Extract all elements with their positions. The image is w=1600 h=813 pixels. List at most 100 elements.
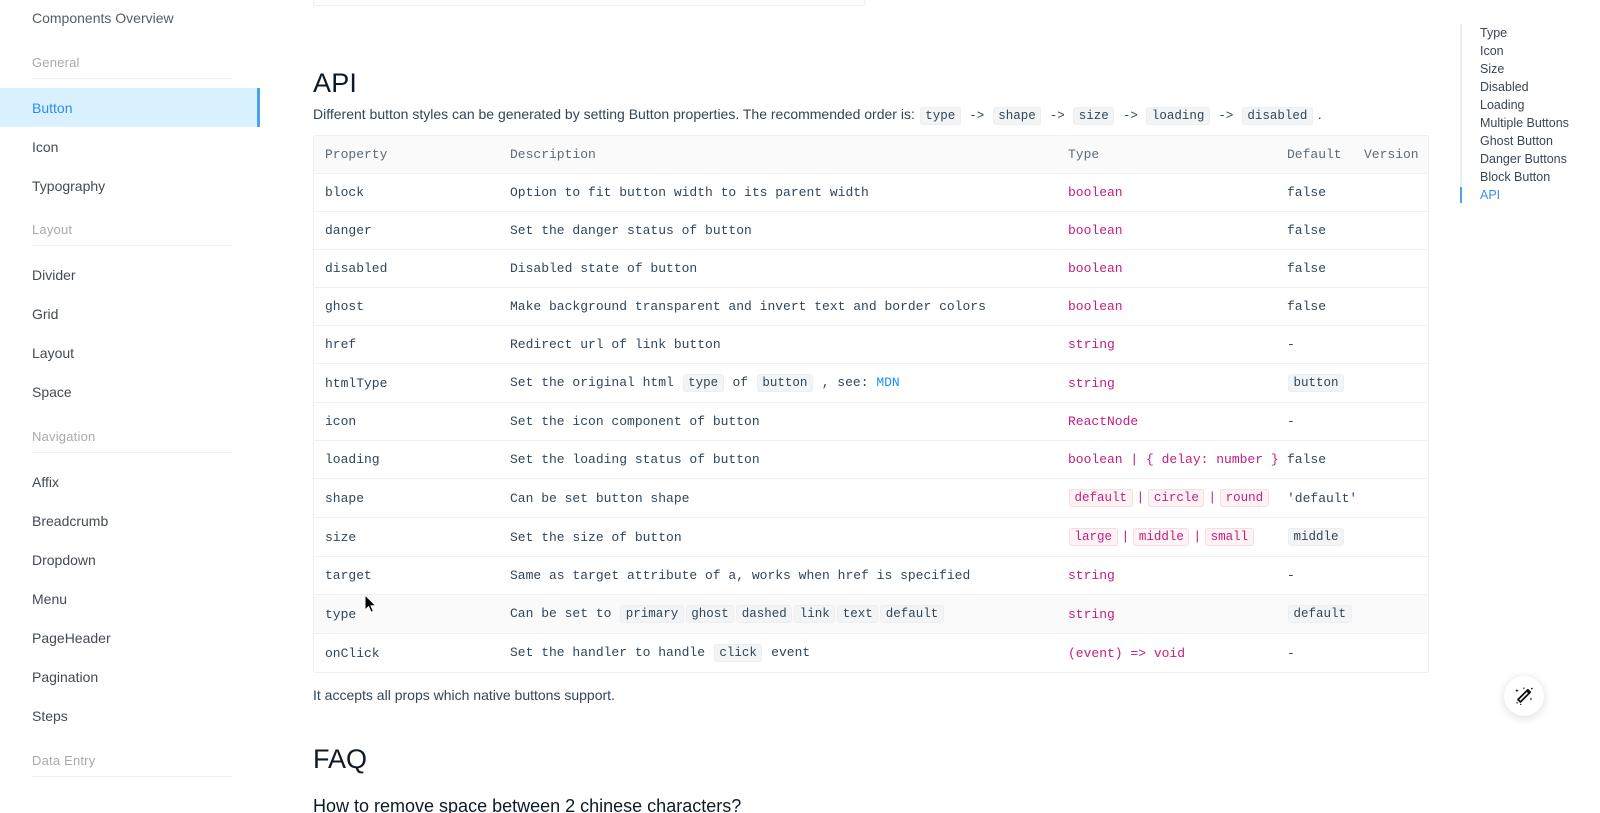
sidebar-item-label: Divider <box>32 266 76 283</box>
type-type-text: string <box>1068 568 1115 583</box>
type-enum-tag: round <box>1220 489 1269 507</box>
toc-item-ghost-button[interactable]: Ghost Button <box>1460 132 1600 150</box>
sidebar-item-grid[interactable]: Grid <box>0 294 260 333</box>
sidebar-item-label: Steps <box>32 707 68 724</box>
description-link[interactable]: MDN <box>876 375 899 390</box>
intro-code-tag-disabled: disabled <box>1241 107 1313 125</box>
description-code-tag: default <box>880 605 944 623</box>
table-row: htmlType Set the original html type of bu… <box>314 363 1428 403</box>
toc-item-loading[interactable]: Loading <box>1460 96 1600 114</box>
sidebar-item-label: Typography <box>32 177 106 194</box>
table-row: shape Can be set button shape default | circ… <box>314 478 1428 518</box>
cell-type: boolean <box>1068 287 1287 326</box>
cell-version <box>1364 249 1428 288</box>
toc-item-icon[interactable]: Icon <box>1460 42 1600 60</box>
cell-property: icon <box>314 402 510 441</box>
default-code-tag: default <box>1288 605 1352 623</box>
toc-item-disabled[interactable]: Disabled <box>1460 78 1600 96</box>
cell-version <box>1364 517 1428 557</box>
default-text: - <box>1287 337 1295 352</box>
cell-description: Set the danger status of button <box>510 211 1068 250</box>
default-text: false <box>1287 185 1327 200</box>
main-content: API Different button styles can be gener… <box>260 0 1460 813</box>
toc-item-multiple-buttons[interactable]: Multiple Buttons <box>1460 114 1600 132</box>
toc-item-label: Ghost Button <box>1480 134 1553 148</box>
cell-description: Make background transparent and invert t… <box>510 287 1068 326</box>
description-code-tag: primary <box>620 605 684 623</box>
cell-version <box>1364 211 1428 250</box>
sidebar-item-menu[interactable]: Menu <box>0 579 260 618</box>
cell-description: Set the handler to handle click event <box>510 634 1068 673</box>
sidebar-group-label-navigation: Navigation <box>32 429 96 444</box>
sidebar-item-breadcrumb[interactable]: Breadcrumb <box>0 501 260 540</box>
cell-type: string <box>1068 556 1287 595</box>
toc-item-label: Loading <box>1480 98 1525 112</box>
toc-item-size[interactable]: Size <box>1460 60 1600 78</box>
type-separator: | <box>1208 490 1217 505</box>
sidebar-item-layout[interactable]: Layout <box>0 333 260 372</box>
api-intro-text: Different button styles can be generated… <box>313 106 915 122</box>
toc-item-type[interactable]: Type <box>1460 24 1600 42</box>
cell-description: Set the loading status of button <box>510 440 1068 479</box>
cell-type: boolean <box>1068 249 1287 288</box>
description-text: Set the danger status of button <box>510 223 752 238</box>
api-properties-table: Property Description Type Default Versio… <box>313 135 1429 673</box>
default-text: - <box>1287 645 1295 661</box>
description-text: Can be set to <box>510 606 620 621</box>
column-header-description: Description <box>510 136 1068 174</box>
demo-card-above <box>313 0 865 6</box>
cell-type: boolean | { delay: number } <box>1068 440 1287 479</box>
sidebar-item-dropdown[interactable]: Dropdown <box>0 540 260 579</box>
sidebar-item-space[interactable]: Space <box>0 372 260 411</box>
description-text: event <box>763 645 811 660</box>
cell-version <box>1364 478 1428 518</box>
sidebar-item-pageheader[interactable]: PageHeader <box>0 618 260 657</box>
sidebar-item-typography[interactable]: Typography <box>0 166 260 205</box>
sidebar-item-affix[interactable]: Affix <box>0 462 260 501</box>
sidebar-group-label-general: General <box>32 55 80 70</box>
intro-suffix: . <box>1313 106 1322 122</box>
default-text: - <box>1287 414 1295 429</box>
magic-wand-fab-button[interactable] <box>1504 676 1544 716</box>
default-text: false <box>1287 223 1327 238</box>
api-intro-paragraph: Different button styles can be generated… <box>313 103 1322 127</box>
column-header-default: Default <box>1287 136 1364 174</box>
description-text: Set the icon component of button <box>510 414 760 429</box>
page-title-api: API <box>313 68 358 99</box>
sidebar-group-label-data-entry: Data Entry <box>32 753 96 768</box>
toc-item-label: Block Button <box>1480 170 1551 184</box>
sidebar-item-steps[interactable]: Steps <box>0 696 260 735</box>
default-text: 'default' <box>1287 490 1358 506</box>
cell-type: string <box>1068 325 1287 364</box>
sidebar-item-label: Affix <box>32 473 59 490</box>
cell-type: string <box>1068 594 1287 634</box>
sidebar-item-icon[interactable]: Icon <box>0 127 260 166</box>
cell-description: Set the size of button <box>510 517 1068 557</box>
cell-property: onClick <box>325 645 380 661</box>
sidebar-item-components-overview[interactable]: Components Overview <box>32 9 174 27</box>
cell-type: boolean <box>1068 173 1287 212</box>
intro-code-tag-type: type <box>919 107 961 125</box>
sidebar-item-pagination[interactable]: Pagination <box>0 657 260 696</box>
default-text: - <box>1287 568 1295 583</box>
cell-default: false <box>1287 440 1364 479</box>
toc-item-api[interactable]: API <box>1460 186 1600 204</box>
toc-item-danger-buttons[interactable]: Danger Buttons <box>1460 150 1600 168</box>
description-code-tag: text <box>837 605 879 623</box>
intro-code-tag-loading: loading <box>1146 107 1210 125</box>
cell-version <box>1364 325 1428 364</box>
type-enum-tag: middle <box>1133 528 1190 546</box>
cell-version <box>1364 287 1428 326</box>
cell-default: - <box>1287 402 1364 441</box>
cell-property: block <box>314 173 510 212</box>
description-text: Can be set button shape <box>510 490 690 506</box>
sidebar-item-divider[interactable]: Divider <box>0 255 260 294</box>
type-type-text: string <box>1068 337 1115 352</box>
sidebar-item-label: Pagination <box>32 668 99 685</box>
description-code-tag: type <box>682 374 724 392</box>
sidebar-item-button[interactable]: Button <box>0 88 260 127</box>
type-enum-tag: default <box>1069 489 1133 507</box>
cell-type: (event) => void <box>1068 634 1287 673</box>
toc-item-block-button[interactable]: Block Button <box>1460 168 1600 186</box>
type-type-text: (event) => void <box>1068 645 1186 661</box>
